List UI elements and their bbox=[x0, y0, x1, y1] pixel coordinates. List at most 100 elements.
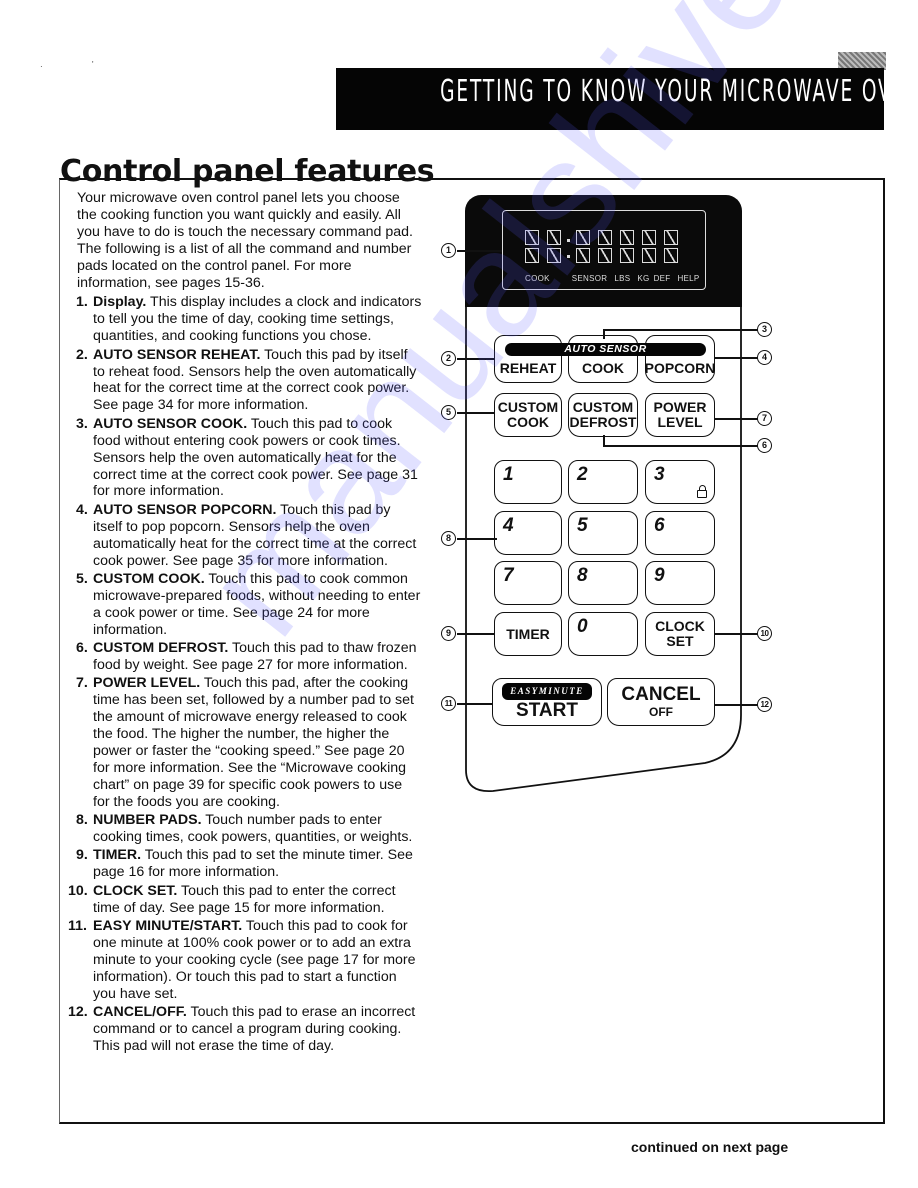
feature-title: AUTO SENSOR COOK. bbox=[93, 415, 248, 432]
section-banner: Getting to Know Your Microwave Oven bbox=[336, 68, 918, 130]
feature-item: 10. CLOCK SET. Touch this pad to enter th… bbox=[68, 883, 422, 917]
feature-title: AUTO SENSOR POPCORN. bbox=[93, 501, 277, 518]
timer-pad[interactable]: TIMER bbox=[494, 612, 562, 656]
continued-note: continued on next page bbox=[631, 1139, 789, 1155]
cook-label: COOK bbox=[582, 360, 624, 376]
leader-line bbox=[457, 633, 495, 635]
feature-number: 12. bbox=[68, 1004, 88, 1021]
leader-line bbox=[457, 250, 502, 252]
number-pad-label: 9 bbox=[654, 565, 665, 586]
leader-line bbox=[457, 412, 495, 414]
off-label: OFF bbox=[649, 705, 673, 719]
feature-number: 11. bbox=[68, 918, 87, 935]
indicator-cook: COOK bbox=[525, 274, 550, 283]
indicator-def: DEF bbox=[653, 274, 671, 283]
power-level-pad[interactable]: POWER LEVEL bbox=[645, 393, 715, 437]
clock-set-label-line2: SET bbox=[666, 633, 694, 649]
callout-10: 10 bbox=[757, 626, 772, 641]
popcorn-label: POPCORN bbox=[644, 360, 716, 376]
number-pad-label: 4 bbox=[503, 515, 514, 536]
section-banner-text: Getting to Know Your Microwave Oven bbox=[440, 74, 918, 109]
feature-item: 12. CANCEL/OFF. Touch this pad to erase a… bbox=[68, 1004, 422, 1055]
lcd-digit bbox=[618, 229, 636, 265]
feature-text: Touch this pad to set the minute timer. … bbox=[93, 847, 413, 881]
number-pad-8[interactable]: 8 bbox=[568, 561, 638, 605]
number-pad-2[interactable]: 2 bbox=[568, 460, 638, 504]
indicator-lbs: LBS bbox=[614, 274, 631, 283]
feature-number: 2. bbox=[76, 346, 88, 363]
indicator-sensor: SENSOR bbox=[571, 274, 608, 283]
lcd-colon bbox=[567, 229, 570, 265]
feature-descriptions: Your microwave oven control panel lets y… bbox=[68, 190, 422, 1056]
cancel-off-pad[interactable]: CANCEL OFF bbox=[607, 678, 715, 726]
number-pad-9[interactable]: 9 bbox=[645, 561, 715, 605]
leader-line bbox=[603, 445, 758, 447]
feature-number: 10. bbox=[68, 882, 88, 899]
leader-line bbox=[457, 358, 495, 360]
number-pad-label: 2 bbox=[577, 464, 588, 485]
custom-defrost-pad[interactable]: CUSTOM DEFROST bbox=[568, 393, 638, 437]
number-pad-label: 8 bbox=[577, 565, 588, 586]
feature-item: 8. NUMBER PADS. Touch number pads to ente… bbox=[76, 812, 422, 846]
number-pad-label: 1 bbox=[503, 464, 514, 485]
feature-item: 5. CUSTOM COOK. Touch this pad to cook co… bbox=[76, 570, 422, 639]
clock-set-pad[interactable]: CLOCK SET bbox=[645, 612, 715, 656]
lcd-indicator-labels: COOK SENSOR LBS KG DEF HELP bbox=[525, 274, 707, 283]
number-pad-label: 6 bbox=[654, 515, 665, 536]
number-pad-6[interactable]: 6 bbox=[645, 511, 715, 555]
feature-number: 6. bbox=[76, 640, 88, 657]
feature-title: TIMER. bbox=[93, 847, 142, 864]
leader-line bbox=[457, 538, 497, 540]
custom-defrost-label-line2: DEFROST bbox=[569, 414, 637, 430]
lock-icon bbox=[697, 485, 707, 498]
scan-speck: ' bbox=[92, 60, 94, 69]
callout-9: 9 bbox=[441, 626, 456, 641]
feature-item: 3. AUTO SENSOR COOK. Touch this pad to co… bbox=[76, 415, 422, 501]
auto-sensor-bar: AUTO SENSOR bbox=[505, 343, 706, 356]
feature-title: POWER LEVEL. bbox=[93, 675, 201, 692]
feature-title: Display. bbox=[93, 294, 147, 311]
callout-7: 7 bbox=[757, 411, 772, 426]
feature-number: 4. bbox=[76, 501, 88, 518]
leader-line bbox=[714, 418, 758, 420]
custom-cook-label-line1: CUSTOM bbox=[497, 399, 559, 415]
indicator-kg: KG bbox=[637, 274, 650, 283]
feature-number: 8. bbox=[76, 812, 88, 829]
intro-paragraph: Your microwave oven control panel lets y… bbox=[77, 190, 413, 291]
number-pad-5[interactable]: 5 bbox=[568, 511, 638, 555]
cancel-label: CANCEL bbox=[621, 684, 701, 705]
timer-label: TIMER bbox=[506, 625, 550, 642]
feature-number: 5. bbox=[76, 570, 88, 587]
custom-cook-pad[interactable]: CUSTOM COOK bbox=[494, 393, 562, 437]
lcd-digit bbox=[596, 229, 614, 265]
callout-11: 11 bbox=[441, 696, 456, 711]
number-pad-0[interactable]: 0 bbox=[568, 612, 638, 656]
callout-8: 8 bbox=[441, 531, 456, 546]
clock-set-label-line1: CLOCK bbox=[655, 618, 705, 634]
start-label: START bbox=[516, 700, 578, 721]
number-pad-7[interactable]: 7 bbox=[494, 561, 562, 605]
callout-3: 3 bbox=[757, 322, 772, 337]
number-pad-4[interactable]: 4 bbox=[494, 511, 562, 555]
lcd-digit bbox=[545, 229, 563, 265]
feature-title: NUMBER PADS. bbox=[93, 812, 202, 829]
feature-item: 1. Display. This display includes a clock… bbox=[76, 294, 422, 345]
leader-line bbox=[603, 329, 605, 339]
number-pad-label: 5 bbox=[577, 515, 588, 536]
reheat-label: REHEAT bbox=[499, 360, 557, 376]
custom-defrost-label-line1: CUSTOM bbox=[572, 399, 634, 415]
number-pad-3[interactable]: 3 bbox=[645, 460, 715, 504]
custom-cook-label-line2: COOK bbox=[507, 414, 549, 430]
lcd-digit bbox=[523, 229, 541, 265]
number-pad-label: 3 bbox=[654, 464, 665, 485]
lcd-display: COOK SENSOR LBS KG DEF HELP bbox=[502, 210, 706, 290]
number-pad-label: 0 bbox=[577, 616, 588, 637]
feature-list: 1. Display. This display includes a clock… bbox=[68, 294, 422, 1055]
feature-title: EASY MINUTE/START. bbox=[93, 918, 243, 935]
feature-title: CUSTOM DEFROST. bbox=[93, 640, 229, 657]
leader-line bbox=[603, 435, 605, 445]
number-pad-label: 7 bbox=[503, 565, 514, 586]
callout-1: 1 bbox=[441, 243, 456, 258]
number-pad-1[interactable]: 1 bbox=[494, 460, 562, 504]
easy-minute-start-pad[interactable]: EASYMINUTE START bbox=[492, 678, 602, 726]
